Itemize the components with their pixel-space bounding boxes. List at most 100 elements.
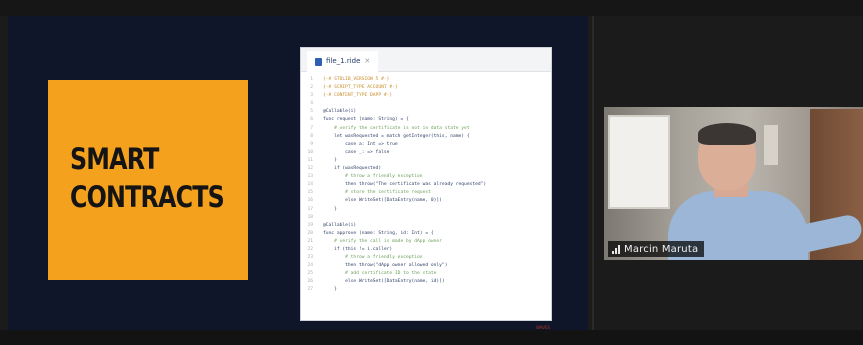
code-text: func approve (name: String, id: Int) = { (323, 230, 434, 236)
code-text: case _: => false (323, 149, 390, 155)
slide-title-line: SMART (70, 142, 159, 176)
line-number: 15 (307, 190, 313, 196)
line-number: 10 (307, 149, 313, 155)
line-number: 21 (307, 238, 313, 244)
code-text: @Callable(i) (323, 222, 357, 228)
code-text: if (wasRequested) (323, 166, 382, 172)
shared-screen-slide: SMART CONTRACTS file_1.ride ✕ 1 {-# STDLI… (8, 16, 588, 330)
code-area[interactable]: 1 {-# STDLIB_VERSION 5 #-} 2 {-# SCRIPT_TYP… (301, 76, 551, 295)
code-line: 6 func request (name: String) = { (301, 116, 551, 124)
line-number: 24 (307, 263, 313, 269)
line-number: 11 (307, 157, 313, 163)
code-line: 10 case _: => false (301, 149, 551, 157)
participant-name-tag: Marcin Maruta (608, 241, 705, 257)
code-text: # throw a friendly exception (323, 255, 423, 261)
participant-name: Marcin Maruta (624, 243, 699, 255)
bottom-bar (0, 330, 863, 345)
line-number: 26 (307, 279, 313, 285)
editor-tab-bar: file_1.ride ✕ (301, 48, 551, 72)
top-bar (0, 0, 863, 16)
code-editor: file_1.ride ✕ 1 {-# STDLIB_VERSION 5 #-} 2… (300, 47, 552, 321)
code-line: 15 # store the certificate request (301, 189, 551, 197)
code-line: 4 (301, 100, 551, 108)
code-line: 22 if (this != i.caller) (301, 246, 551, 254)
code-text: # add certificate ID to the state (323, 271, 437, 277)
code-text: # verify the call is made by dApp owner (323, 238, 442, 244)
code-text: } (323, 157, 337, 163)
line-number: 5 (310, 109, 313, 115)
code-text: else WriteSet([DataEntry(name, 0)]) (323, 198, 442, 204)
participant-video-tile[interactable] (604, 107, 863, 260)
code-line: 11 } (301, 157, 551, 165)
line-number: 9 (310, 141, 313, 147)
code-text: case a: Int => true (323, 141, 398, 147)
code-line: 23 # throw a friendly exception (301, 254, 551, 262)
line-number: 8 (310, 133, 313, 139)
participant-hair (698, 123, 756, 145)
code-line: 3 {-# CONTENT_TYPE DAPP #-} (301, 92, 551, 100)
code-line: 19 @Callable(i) (301, 222, 551, 230)
code-text: {-# STDLIB_VERSION 5 #-} (323, 77, 390, 82)
line-number: 19 (307, 222, 313, 228)
line-number: 1 (310, 77, 313, 82)
code-line: 2 {-# SCRIPT_TYPE ACCOUNT #-} (301, 84, 551, 92)
line-number: 22 (307, 246, 313, 252)
code-line: 18 (301, 214, 551, 222)
code-line: 26 else WriteSet([DataEntry(name, id)]) (301, 278, 551, 286)
video-shelf (764, 125, 778, 165)
code-text: {-# SCRIPT_TYPE ACCOUNT #-} (323, 85, 398, 91)
line-number: 17 (307, 206, 313, 212)
code-text: } (323, 287, 337, 293)
code-line: 9 case a: Int => true (301, 141, 551, 149)
signal-strength-icon (612, 244, 620, 254)
code-text: let wasRequested = match getInteger(this… (323, 133, 470, 139)
code-line: 16 else WriteSet([DataEntry(name, 0)]) (301, 197, 551, 205)
line-number: 6 (310, 117, 313, 123)
code-line: 1 {-# STDLIB_VERSION 5 #-} (301, 76, 551, 84)
file-tab-label: file_1.ride (326, 57, 361, 65)
line-number: 7 (310, 125, 313, 131)
line-number: 3 (310, 93, 313, 99)
slide-title: SMART CONTRACTS (70, 140, 225, 216)
code-text: # verify the certificate is not in data … (323, 125, 470, 131)
code-text: func request (name: String) = { (323, 117, 409, 123)
close-icon[interactable]: ✕ (364, 51, 370, 72)
code-text: } (323, 206, 337, 212)
code-line: 20 func approve (name: String, id: Int) =… (301, 230, 551, 238)
file-tab[interactable]: file_1.ride ✕ (307, 51, 379, 72)
code-line: 5 @Callable(i) (301, 108, 551, 116)
code-line: 24 then throw("dApp owner allowed only") (301, 262, 551, 270)
code-text: @Callable(i) (323, 109, 357, 115)
line-number: 2 (310, 85, 313, 91)
slide-title-line: CONTRACTS (70, 180, 225, 214)
code-line: 7 # verify the certificate is not in dat… (301, 125, 551, 133)
line-number: 16 (307, 198, 313, 204)
line-number: 18 (307, 214, 313, 220)
line-number: 4 (310, 101, 313, 107)
code-text: {-# CONTENT_TYPE DAPP #-} (323, 93, 393, 99)
code-line: 25 # add certificate ID to the state (301, 270, 551, 278)
layout-divider (592, 16, 594, 330)
code-line: 8 let wasRequested = match getInteger(th… (301, 133, 551, 141)
code-text: # store the certificate request (323, 190, 431, 196)
code-line: 27 } (301, 286, 551, 294)
line-number: 25 (307, 271, 313, 277)
code-text: if (this != i.caller) (323, 246, 393, 252)
line-number: 12 (307, 166, 313, 172)
line-number: 14 (307, 182, 313, 188)
code-line: 13 # throw a friendly exception (301, 173, 551, 181)
code-line: 21 # verify the call is made by dApp own… (301, 238, 551, 246)
file-icon (315, 57, 322, 66)
slide-title-box: SMART CONTRACTS (48, 80, 248, 280)
video-whiteboard (608, 115, 670, 209)
code-text: # throw a friendly exception (323, 174, 423, 180)
code-text: then throw("dApp owner allowed only") (323, 263, 448, 269)
line-number: 27 (307, 287, 313, 293)
code-line: 14 then throw("The certificate was alrea… (301, 181, 551, 189)
line-number: 20 (307, 230, 313, 236)
code-text: then throw("The certificate was already … (323, 182, 487, 188)
code-text: else WriteSet([DataEntry(name, id)]) (323, 279, 445, 285)
code-line: 17 } (301, 206, 551, 214)
code-line: 12 if (wasRequested) (301, 165, 551, 173)
line-number: 23 (307, 255, 313, 261)
